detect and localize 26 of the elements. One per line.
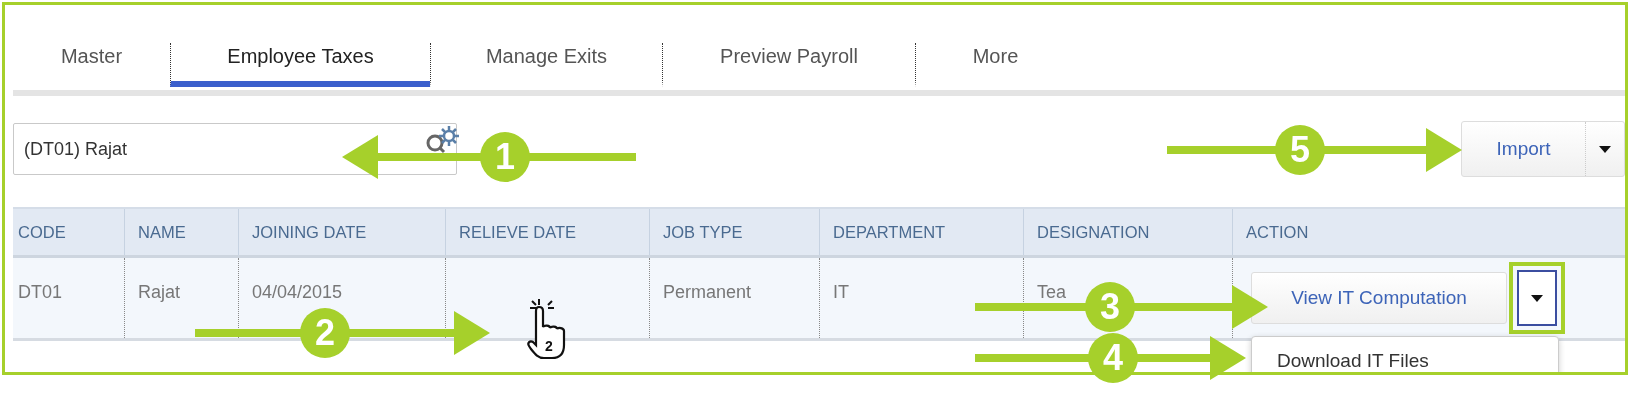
column-header: ACTION [1232,209,1625,255]
table-cell: Permanent [663,281,752,303]
column-header: DEPARTMENT [819,209,1023,255]
caret-icon [1599,145,1611,153]
table-cell: Rajat [138,281,181,303]
menu-item[interactable]: Download IT Files [1252,337,1558,372]
click-count: 2 [545,338,553,354]
view-it-computation-button[interactable]: View IT Computation [1251,272,1507,324]
table-cell: DT01 [18,281,62,303]
column-header: DESIGNATION [1023,209,1232,255]
column-header: NAME [124,209,238,255]
column-header: CODE [17,221,67,243]
employee-search-field[interactable]: (DT01) Rajat [13,123,457,175]
tab[interactable]: More [915,43,1075,87]
column-header: RELIEVE DATE [445,209,649,255]
table-cell: 04/04/2015 [252,281,343,303]
action-dropdown-button[interactable] [1517,270,1557,326]
tab[interactable]: Manage Exits [430,43,662,87]
column-header: JOB TYPE [649,209,819,255]
column-header: JOINING DATE [238,209,445,255]
import-button[interactable]: Import [1462,122,1586,176]
tab[interactable]: Preview Payroll [662,43,915,87]
table-cell: IT [833,281,849,303]
tab[interactable]: Master [13,43,170,87]
caret-icon [1531,294,1543,302]
table-cell: Tea [1037,281,1067,303]
